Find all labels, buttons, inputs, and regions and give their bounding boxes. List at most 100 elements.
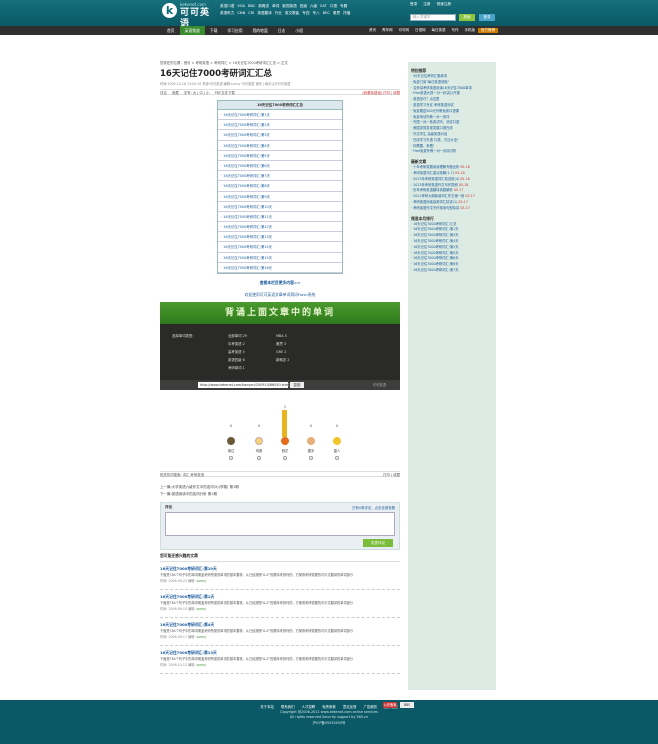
quick-register-link[interactable]: 快速注册	[437, 2, 451, 6]
sidebar-latest-item[interactable]: · 考研英语作文写作常用句型精讲 05-17	[411, 206, 493, 212]
latest-title[interactable]: · 考研英语阅读高频词汇精讲(1)	[411, 200, 457, 204]
top-nav-link[interactable]: 专题	[340, 4, 347, 8]
share-url-field[interactable]: http://www.kekenet.com/kaoyan/200910/860…	[198, 382, 291, 388]
top-nav-link[interactable]: 六级	[310, 4, 317, 8]
nav-right-link[interactable]: 可可网	[396, 28, 413, 33]
report-print-links[interactable]: [我要找错误] 打印 | 收藏	[362, 90, 400, 96]
top-nav-link[interactable]: 新概念	[258, 4, 269, 8]
comment-textarea[interactable]	[165, 512, 395, 536]
footer-link[interactable]: 免责条款	[322, 705, 336, 709]
toc-item[interactable]: · 16天记住7000考研词汇:第10天	[218, 202, 342, 212]
latest-title[interactable]: · 考研英语词汇重点精解(1-7)	[411, 171, 454, 175]
breadcrumb[interactable]: 您现在的位置：首页 > 考研英语 > 考研词汇 > 16天记住7000考研词汇汇…	[160, 60, 400, 65]
latest-title[interactable]: · 2012考研大纲新增词汇作文第一篇	[411, 194, 464, 198]
nav-home[interactable]: 首页	[162, 26, 180, 35]
login-button[interactable]: 登录	[479, 14, 495, 21]
word-type-option[interactable]: 新概念 2	[276, 356, 336, 364]
latest-title[interactable]: · 十年考研真题阅读理解专题全析	[411, 165, 459, 169]
nav-download[interactable]: 下载	[205, 26, 223, 35]
footer-badge-police[interactable]: 公安备案	[383, 702, 397, 708]
search-button[interactable]: 搜索	[459, 14, 475, 21]
toc-item[interactable]: · 16天记住7000考研词汇:第15天	[218, 253, 342, 263]
nav-right-link[interactable]: 写作	[449, 28, 462, 33]
footer-link[interactable]: 关于本站	[260, 705, 274, 709]
top-nav-link[interactable]: CNN	[237, 11, 245, 15]
top-nav-link[interactable]: 英文歌曲	[285, 11, 299, 15]
top-nav-link[interactable]: 英语听力	[220, 11, 234, 15]
toc-item[interactable]: · 16天记住7000考研词汇:第4天	[218, 141, 342, 151]
top-nav-link[interactable]: SAT	[320, 4, 327, 8]
nav-group[interactable]: 小组	[290, 26, 308, 35]
mood-radio[interactable]	[335, 456, 339, 460]
mood-radio[interactable]	[229, 456, 233, 460]
footer-icp[interactable]: 沪ICP备05032650号	[0, 720, 658, 725]
top-nav-link[interactable]: VOA	[237, 4, 245, 8]
print-favorite-links[interactable]: 打印 | 收藏	[383, 472, 400, 478]
toc-item[interactable]: · 16天记住7000考研词汇:第8天	[218, 181, 342, 192]
toc-item[interactable]: · 16天记住7000考研词汇:第5天	[218, 151, 342, 161]
nav-right-link[interactable]: 日语网	[412, 28, 429, 33]
top-nav-link[interactable]: 专八	[312, 11, 319, 15]
word-type-option[interactable]: GRE 2	[276, 348, 336, 356]
toc-item[interactable]: · 16天记住7000考研词汇:第16天	[218, 263, 342, 273]
latest-title[interactable]: · 2013年考研英语作文写作提纲	[411, 183, 458, 187]
toc-item[interactable]: · 16天记住7000考研词汇:第6天	[218, 161, 342, 172]
related-article-title[interactable]: 16天记住7000考研词汇:第4天	[160, 622, 400, 628]
register-link[interactable]: 注册	[423, 2, 430, 6]
comment-link[interactable]: 评论	[160, 91, 167, 95]
top-nav-link[interactable]: 口语	[330, 4, 337, 8]
nav-right-link[interactable]: 每日英语	[429, 28, 449, 33]
site-logo[interactable]: k kekenet.com 可可英语	[162, 2, 214, 29]
top-nav-link[interactable]: 英语翻译	[257, 11, 271, 15]
toc-item[interactable]: · 16天记住7000考研词汇:第9天	[218, 192, 342, 202]
top-nav-link[interactable]: 托福	[343, 11, 350, 15]
hot-tags[interactable]: 相关热词搜索: 词汇 考研英语	[160, 473, 204, 477]
footer-link[interactable]: 联系我们	[281, 705, 295, 709]
toc-item[interactable]: · 16天记住7000考研词汇:第2天	[218, 120, 342, 131]
next-article-link[interactable]: 下一篇:英语阅读中的连词分析 第1期	[160, 491, 239, 498]
latest-title[interactable]: · 考研英语作文写作常用句型精讲	[411, 206, 459, 210]
nav-weibo-link[interactable]: 官方微博	[478, 28, 498, 33]
favorite-link[interactable]: 收藏	[172, 91, 179, 95]
related-article-title[interactable]: 16天记住7000考研词汇:第1天	[160, 594, 400, 600]
toc-item[interactable]: · 16天记住7000考研词汇:第11天	[218, 212, 342, 223]
toc-item[interactable]: · 16天记住7000考研词汇:第1天	[218, 110, 342, 121]
more-content-link[interactable]: 查看本栏目更多内容>>	[160, 280, 400, 286]
word-type-option[interactable]: 雅思 3	[276, 340, 336, 348]
flash-system-link[interactable]: 欢迎使用可可英语文章单词滑词Flash系统	[160, 292, 400, 298]
top-nav-link[interactable]: BEC	[323, 11, 330, 15]
top-nav-link[interactable]: 专四	[302, 11, 309, 15]
mood-radio[interactable]	[257, 456, 261, 460]
sidebar-rank-item[interactable]: · 16天记住7000考研词汇:第7天	[411, 268, 493, 274]
word-type-option[interactable]: MBA 5	[276, 332, 336, 340]
word-type-option[interactable]: 考研单词 1	[228, 364, 288, 372]
login-link[interactable]: 登录	[410, 2, 417, 6]
latest-title[interactable]: · 历年考研英语翻译真题解析	[411, 188, 453, 192]
nav-apps[interactable]: 学习应用	[222, 26, 247, 35]
top-nav-link[interactable]: 影视英语	[282, 4, 296, 8]
sidebar-link[interactable]: · Free免费外教一对一测评试听	[411, 149, 493, 155]
top-nav-link[interactable]: 雅思	[333, 11, 340, 15]
nav-my-space[interactable]: 我的地盘	[248, 26, 273, 35]
footer-badge-bbs[interactable]: BBS	[400, 702, 414, 708]
copy-button[interactable]: 复制	[290, 382, 304, 388]
footer-link[interactable]: 广告服务	[364, 705, 378, 709]
prev-article-link[interactable]: 上一篇:大学英语六级作文中的连词(9)(学霸) 第1期	[160, 484, 239, 491]
top-nav-link[interactable]: 行业	[275, 11, 282, 15]
comment-count-link[interactable]: 已有0条评论，点击全部查看	[352, 505, 395, 510]
nav-right-link[interactable]: 青年网	[379, 28, 396, 33]
top-nav-link[interactable]: BBC	[248, 4, 255, 8]
toc-item[interactable]: · 16天记住7000考研词汇:第12天	[218, 222, 342, 233]
toc-item[interactable]: · 16天记住7000考研词汇:第14天	[218, 242, 342, 253]
latest-title[interactable]: · 2013年考研英语词汇精讲班(4)	[411, 177, 459, 181]
search-input[interactable]: 输入关键字	[410, 14, 456, 21]
top-nav-link[interactable]: CRI	[248, 11, 254, 15]
footer-link[interactable]: 人才招聘	[302, 705, 316, 709]
font-size-links[interactable]: 字号: 大 | 中 | 小	[184, 91, 210, 95]
pdf-download-link[interactable]: PDF文件下载	[215, 91, 235, 95]
related-article-title[interactable]: 16天记住7000考研词汇:第10天	[160, 566, 400, 572]
nav-english-channel[interactable]: 英语频道	[179, 26, 205, 35]
submit-comment-button[interactable]: 发表评论	[363, 539, 393, 547]
top-nav-link[interactable]: 英语口语	[220, 4, 234, 8]
mood-radio[interactable]	[309, 456, 313, 460]
